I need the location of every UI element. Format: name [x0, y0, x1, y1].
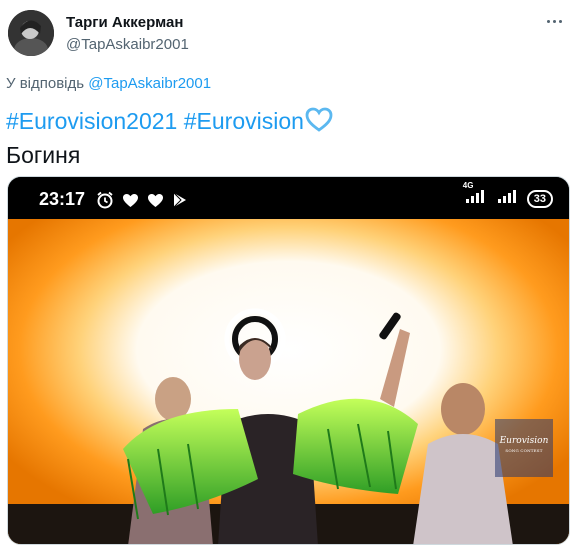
battery-icon: 33 — [526, 189, 553, 208]
more-options-button[interactable] — [541, 12, 567, 30]
user-info: Тарги Аккерман @TapAskaibr2001 — [66, 13, 189, 55]
performance-photo — [8, 219, 569, 544]
reply-context: У відповідь @TapAskaibr2001 — [6, 75, 211, 92]
play-store-icon — [172, 192, 188, 213]
status-time: 23:17 — [39, 189, 86, 209]
handle[interactable]: @TapAskaibr2001 — [66, 35, 189, 55]
tweet-card[interactable]: Тарги Аккерман @TapAskaibr2001 У відпові… — [0, 0, 577, 553]
light-blue-heart-emoji — [305, 107, 333, 140]
heart-status-icon — [122, 193, 139, 213]
tweet-body: Богиня — [6, 142, 81, 168]
display-name[interactable]: Тарги Аккерман — [66, 13, 189, 33]
phone-status-bar: 23:17 4G 33 — [8, 177, 569, 219]
wifi-bars-icon — [497, 189, 519, 208]
reply-prefix: У відповідь — [6, 75, 85, 92]
heart-status-icon — [147, 193, 164, 213]
hashtag-eurovision2021[interactable]: #Eurovision2021 — [6, 108, 177, 134]
signal-icon: 4G — [463, 181, 489, 208]
avatar[interactable] — [8, 10, 54, 56]
more-icon — [546, 19, 550, 23]
alarm-icon — [96, 191, 114, 214]
media-image[interactable]: 23:17 4G 33 Eurovision SONG CONTEST — [7, 176, 570, 545]
tweet-text: #Eurovision2021 #Eurovision Богиня — [6, 106, 333, 170]
reply-to-link[interactable]: @TapAskaibr2001 — [88, 75, 211, 92]
hashtag-eurovision[interactable]: #Eurovision — [184, 108, 304, 134]
eurovision-logo: Eurovision SONG CONTEST — [495, 419, 553, 477]
